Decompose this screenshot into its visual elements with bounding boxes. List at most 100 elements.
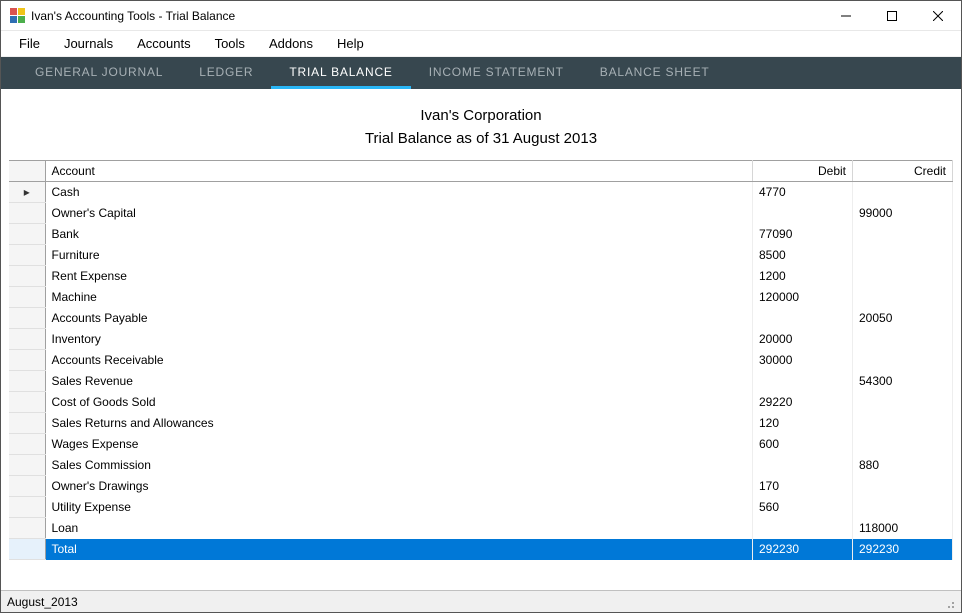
col-account[interactable]: Account — [45, 161, 753, 182]
cell-credit[interactable]: 292230 — [853, 539, 953, 560]
table-row[interactable]: Utility Expense560 — [9, 497, 953, 518]
cell-credit[interactable] — [853, 329, 953, 350]
cell-credit[interactable]: 20050 — [853, 308, 953, 329]
close-button[interactable] — [915, 1, 961, 31]
cell-account[interactable]: Accounts Receivable — [45, 350, 753, 371]
row-indicator — [9, 455, 45, 476]
tab-general-journal[interactable]: GENERAL JOURNAL — [17, 57, 181, 89]
cell-account[interactable]: Cash — [45, 182, 753, 203]
cell-debit[interactable]: 20000 — [753, 329, 853, 350]
cell-debit[interactable]: 560 — [753, 497, 853, 518]
menu-file[interactable]: File — [7, 32, 52, 55]
cell-account[interactable]: Total — [45, 539, 753, 560]
cell-credit[interactable] — [853, 476, 953, 497]
row-indicator — [9, 518, 45, 539]
cell-credit[interactable] — [853, 413, 953, 434]
cell-debit[interactable]: 120000 — [753, 287, 853, 308]
cell-debit[interactable]: 29220 — [753, 392, 853, 413]
tab-trial-balance[interactable]: TRIAL BALANCE — [271, 57, 410, 89]
cell-debit[interactable] — [753, 371, 853, 392]
row-indicator — [9, 539, 45, 560]
tab-income-statement[interactable]: INCOME STATEMENT — [411, 57, 582, 89]
table-row[interactable]: Sales Returns and Allowances120 — [9, 413, 953, 434]
cell-account[interactable]: Bank — [45, 224, 753, 245]
table-row-total[interactable]: Total292230292230 — [9, 539, 953, 560]
menu-addons[interactable]: Addons — [257, 32, 325, 55]
table-row[interactable]: Sales Revenue 54300 — [9, 371, 953, 392]
cell-account[interactable]: Furniture — [45, 245, 753, 266]
cell-debit[interactable]: 600 — [753, 434, 853, 455]
cell-account[interactable]: Accounts Payable — [45, 308, 753, 329]
cell-credit[interactable]: 99000 — [853, 203, 953, 224]
cell-debit[interactable]: 8500 — [753, 245, 853, 266]
table-row[interactable]: Bank77090 — [9, 224, 953, 245]
statusbar: August_2013 — [1, 590, 961, 612]
cell-account[interactable]: Sales Commission — [45, 455, 753, 476]
table-row[interactable]: Furniture8500 — [9, 245, 953, 266]
tab-ledger[interactable]: LEDGER — [181, 57, 271, 89]
cell-debit[interactable] — [753, 518, 853, 539]
cell-debit[interactable]: 30000 — [753, 350, 853, 371]
cell-account[interactable]: Inventory — [45, 329, 753, 350]
tab-balance-sheet[interactable]: BALANCE SHEET — [582, 57, 728, 89]
menu-help[interactable]: Help — [325, 32, 376, 55]
cell-debit[interactable] — [753, 203, 853, 224]
cell-account[interactable]: Rent Expense — [45, 266, 753, 287]
row-indicator — [9, 497, 45, 518]
table-row[interactable]: ▸Cash4770 — [9, 182, 953, 203]
minimize-button[interactable] — [823, 1, 869, 31]
table-row[interactable]: Owner's Drawings170 — [9, 476, 953, 497]
table-row[interactable]: Machine120000 — [9, 287, 953, 308]
cell-credit[interactable]: 118000 — [853, 518, 953, 539]
row-indicator — [9, 287, 45, 308]
cell-account[interactable]: Loan — [45, 518, 753, 539]
table-row[interactable]: Rent Expense1200 — [9, 266, 953, 287]
menu-journals[interactable]: Journals — [52, 32, 125, 55]
cell-account[interactable]: Sales Returns and Allowances — [45, 413, 753, 434]
cell-credit[interactable] — [853, 182, 953, 203]
cell-debit[interactable] — [753, 308, 853, 329]
row-indicator — [9, 434, 45, 455]
cell-credit[interactable] — [853, 434, 953, 455]
col-credit[interactable]: Credit — [853, 161, 953, 182]
cell-debit[interactable]: 292230 — [753, 539, 853, 560]
table-row[interactable]: Cost of Goods Sold29220 — [9, 392, 953, 413]
cell-credit[interactable]: 54300 — [853, 371, 953, 392]
menu-tools[interactable]: Tools — [203, 32, 257, 55]
table-row[interactable]: Loan 118000 — [9, 518, 953, 539]
table-row[interactable]: Inventory20000 — [9, 329, 953, 350]
cell-credit[interactable] — [853, 245, 953, 266]
cell-credit[interactable] — [853, 287, 953, 308]
cell-debit[interactable]: 120 — [753, 413, 853, 434]
cell-debit[interactable] — [753, 455, 853, 476]
cell-account[interactable]: Owner's Drawings — [45, 476, 753, 497]
table-row[interactable]: Sales Commission 880 — [9, 455, 953, 476]
table-row[interactable]: Accounts Receivable30000 — [9, 350, 953, 371]
maximize-button[interactable] — [869, 1, 915, 31]
table-row[interactable]: Accounts Payable 20050 — [9, 308, 953, 329]
cell-account[interactable]: Cost of Goods Sold — [45, 392, 753, 413]
cell-credit[interactable]: 880 — [853, 455, 953, 476]
menu-accounts[interactable]: Accounts — [125, 32, 202, 55]
trial-balance-grid[interactable]: Account Debit Credit ▸Cash4770Owner's Ca… — [9, 160, 953, 560]
cell-account[interactable]: Sales Revenue — [45, 371, 753, 392]
report-company: Ivan's Corporation — [1, 105, 961, 128]
titlebar: Ivan's Accounting Tools - Trial Balance — [1, 1, 961, 31]
cell-credit[interactable] — [853, 497, 953, 518]
cell-account[interactable]: Owner's Capital — [45, 203, 753, 224]
cell-credit[interactable] — [853, 266, 953, 287]
cell-debit[interactable]: 77090 — [753, 224, 853, 245]
cell-credit[interactable] — [853, 392, 953, 413]
resize-grip-icon[interactable] — [941, 595, 955, 609]
cell-debit[interactable]: 170 — [753, 476, 853, 497]
cell-credit[interactable] — [853, 350, 953, 371]
cell-account[interactable]: Wages Expense — [45, 434, 753, 455]
cell-debit[interactable]: 4770 — [753, 182, 853, 203]
cell-account[interactable]: Machine — [45, 287, 753, 308]
cell-credit[interactable] — [853, 224, 953, 245]
cell-account[interactable]: Utility Expense — [45, 497, 753, 518]
cell-debit[interactable]: 1200 — [753, 266, 853, 287]
table-row[interactable]: Wages Expense600 — [9, 434, 953, 455]
col-debit[interactable]: Debit — [753, 161, 853, 182]
table-row[interactable]: Owner's Capital 99000 — [9, 203, 953, 224]
